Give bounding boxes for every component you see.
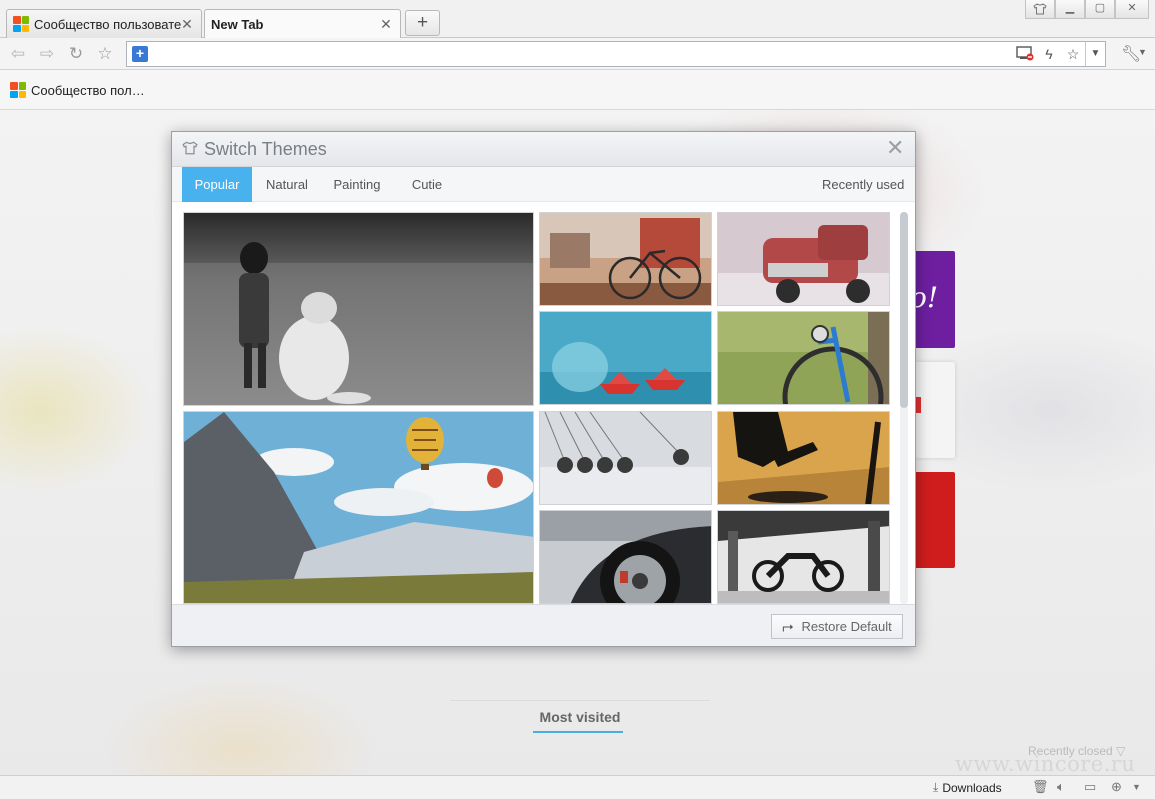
theme-thumb-paper-boats[interactable] <box>539 311 712 405</box>
theme-category-tabs: Popular Natural Painting Cutie Recently … <box>172 167 915 202</box>
window-icon[interactable]: ▭ <box>1084 779 1096 795</box>
speed-dial-tile-white[interactable] <box>915 362 955 458</box>
bookmark-label: Сообщество пол… <box>31 82 145 98</box>
address-input[interactable] <box>148 43 1013 65</box>
theme-thumb-rusty-truck[interactable] <box>717 212 890 306</box>
theme-thumb-blue-bicycle[interactable] <box>717 311 890 405</box>
restore-default-button[interactable]: ⮣ Restore Default <box>771 614 903 639</box>
tab-community[interactable]: Сообщество пользовате ✕ <box>6 9 202 38</box>
star-icon[interactable]: ☆ <box>1061 46 1085 63</box>
trash-icon[interactable]: 🗑︎ <box>1032 779 1049 795</box>
bookmarks-bar: Сообщество пол… <box>0 70 1155 110</box>
most-visited-tab[interactable]: Most visited <box>450 700 710 725</box>
screen-record-icon[interactable] <box>1013 45 1037 64</box>
bookmark-item[interactable]: Сообщество пол… <box>10 82 145 98</box>
tab-painting[interactable]: Painting <box>324 167 390 202</box>
theme-thumb-newtons-cradle[interactable] <box>539 411 712 505</box>
tab-strip: Сообщество пользовате ✕ New Tab ✕ + ▁ ▢ … <box>0 0 1155 38</box>
theme-thumb-motorcycle[interactable] <box>717 510 890 604</box>
download-icon: ⤓ <box>933 780 939 794</box>
windows-logo-icon <box>13 16 29 32</box>
minimize-icon[interactable]: ▁ <box>1055 0 1085 19</box>
recently-used-link[interactable]: Recently used <box>822 167 904 202</box>
scrollbar-thumb[interactable] <box>900 212 908 408</box>
chevron-down-icon[interactable]: ▼ <box>1085 42 1105 66</box>
back-arrow-icon[interactable]: ⇦ <box>8 44 28 64</box>
tab-popular[interactable]: Popular <box>182 167 252 202</box>
forward-arrow-icon[interactable]: ⇨ <box>37 44 57 64</box>
dialog-title: Switch Themes <box>204 139 327 159</box>
navigation-toolbar: ⇦ ⇨ ↻ ☆ + ϟ ☆ ▼ 🔧︎ ▼ <box>0 38 1155 70</box>
star-icon[interactable]: ☆ <box>95 44 115 64</box>
downloads-label: Downloads <box>942 780 1002 795</box>
speaker-icon[interactable]: 🔈︎ <box>1057 779 1065 795</box>
theme-grid <box>183 212 893 604</box>
downloads-button[interactable]: ⤓ Downloads <box>933 780 1002 795</box>
theme-grid-scrollbar[interactable] <box>900 212 908 604</box>
window-controls: ▁ ▢ ✕ <box>1025 0 1149 20</box>
tab-natural[interactable]: Natural <box>254 167 320 202</box>
tab-label: New Tab <box>211 16 264 32</box>
status-bar: ⤓ Downloads 🗑︎ 🔈︎ ▭ ⊕ ▼ <box>0 775 1155 799</box>
theme-thumb-hot-air-balloons[interactable] <box>183 411 534 604</box>
new-tab-button[interactable]: + <box>405 10 440 36</box>
chevron-down-icon[interactable]: ▼ <box>1132 782 1141 792</box>
restore-default-label: Restore Default <box>801 619 892 634</box>
chevron-down-icon[interactable]: ▼ <box>1138 47 1147 57</box>
close-icon[interactable]: ✕ <box>380 16 392 33</box>
theme-thumb-red-bicycle[interactable] <box>539 212 712 306</box>
close-window-icon[interactable]: ✕ <box>1115 0 1149 19</box>
tab-label: Сообщество пользовате <box>34 16 181 32</box>
speed-dial-tile-red[interactable] <box>915 472 955 568</box>
dialog-title-bar: Switch Themes ✕ <box>172 132 915 167</box>
theme-thumb-car-wheel[interactable] <box>539 510 712 604</box>
switch-themes-dialog: Switch Themes ✕ Popular Natural Painting… <box>171 131 916 647</box>
reload-icon[interactable]: ↻ <box>66 44 86 64</box>
dialog-footer: ⮣ Restore Default <box>172 604 915 646</box>
close-icon[interactable]: ✕ <box>181 16 193 33</box>
restore-arrow-icon: ⮣ <box>782 618 794 634</box>
watermark: www.wincore.ru <box>955 752 1136 776</box>
shirt-icon <box>182 141 198 158</box>
address-bar[interactable]: + ϟ ☆ ▼ <box>126 41 1106 67</box>
windows-logo-icon <box>10 82 26 98</box>
lightning-icon[interactable]: ϟ <box>1037 46 1061 62</box>
tab-new-tab[interactable]: New Tab ✕ <box>204 9 401 38</box>
theme-thumb-girl-with-dog[interactable] <box>183 212 534 406</box>
zoom-icon[interactable]: ⊕ <box>1111 779 1122 795</box>
close-icon[interactable]: ✕ <box>886 137 904 159</box>
shield-icon: + <box>132 46 148 62</box>
skin-icon[interactable] <box>1025 0 1055 19</box>
theme-thumb-skateboarder[interactable] <box>717 411 890 505</box>
most-visited-underline <box>533 731 623 733</box>
maximize-icon[interactable]: ▢ <box>1085 0 1115 19</box>
tab-cutie[interactable]: Cutie <box>397 167 457 202</box>
